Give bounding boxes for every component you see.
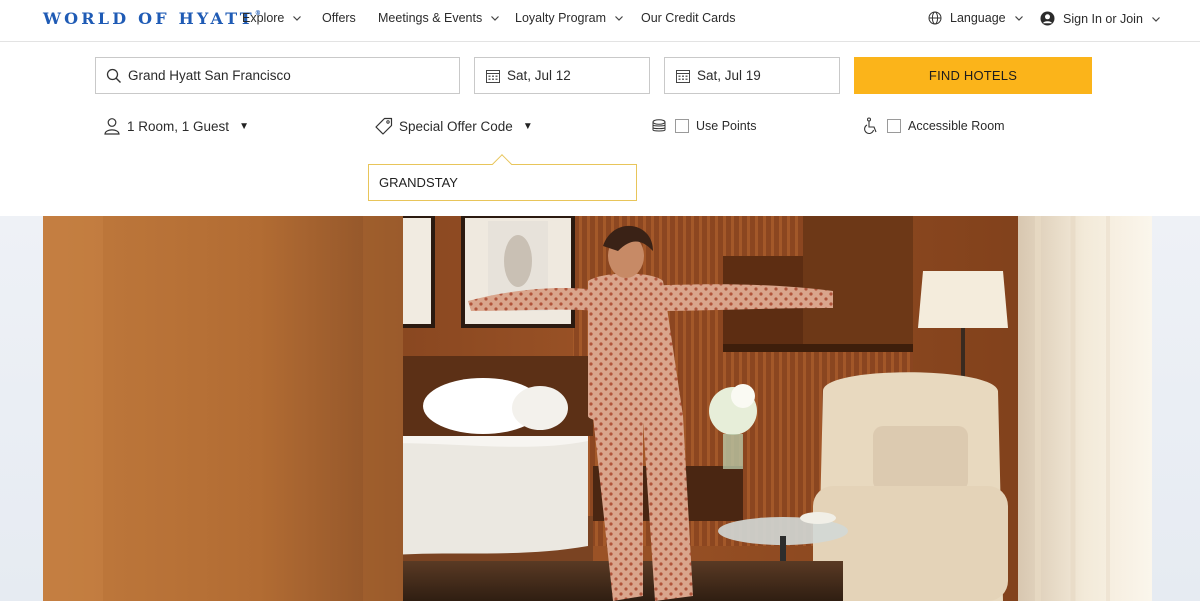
hotel-room-photo-icon (43, 216, 1152, 601)
destination-field[interactable]: Grand Hyatt San Francisco (95, 57, 460, 94)
person-icon (103, 117, 121, 135)
check-in-value: Sat, Jul 12 (507, 68, 571, 83)
special-offer-code-label: Special Offer Code (399, 118, 513, 134)
globe-icon (928, 11, 942, 25)
calendar-icon (485, 68, 501, 84)
language-label: Language (950, 11, 1006, 25)
rooms-guests-selector[interactable]: 1 Room, 1 Guest ▼ (103, 117, 249, 135)
nav-explore-label: Explore (242, 11, 285, 25)
chevron-down-icon (1014, 13, 1024, 23)
rooms-guests-label: 1 Room, 1 Guest (127, 118, 230, 134)
caret-down-icon: ▼ (522, 120, 533, 132)
calendar-icon (675, 68, 691, 84)
sign-in-label: Sign In or Join (1063, 11, 1143, 26)
hero-photo (43, 216, 1152, 601)
destination-value: Grand Hyatt San Francisco (128, 68, 291, 83)
offer-code-input[interactable] (369, 165, 636, 200)
top-navigation: WORLD OF HYATT® Explore Offers Meetings … (0, 0, 1200, 42)
tag-icon (375, 117, 393, 135)
sign-in-or-join[interactable]: Sign In or Join (1040, 11, 1161, 26)
chevron-down-icon (1151, 14, 1161, 24)
caret-down-icon: ▼ (239, 120, 249, 132)
logo-text: WORLD OF HYATT (43, 9, 255, 28)
use-points-label: Use Points (696, 119, 757, 133)
nav-offers[interactable]: Offers (322, 11, 356, 25)
accessible-room-label: Accessible Room (908, 119, 1005, 133)
nav-meetings-events[interactable]: Meetings & Events (378, 11, 500, 25)
coins-icon (651, 117, 669, 135)
check-in-date-field[interactable]: Sat, Jul 12 (474, 57, 650, 94)
nav-explore[interactable]: Explore (242, 11, 302, 25)
nav-loyalty-program-label: Loyalty Program (515, 11, 607, 25)
nav-meetings-events-label: Meetings & Events (378, 11, 483, 25)
check-out-date-field[interactable]: Sat, Jul 19 (664, 57, 840, 94)
nav-credit-cards[interactable]: Our Credit Cards (641, 11, 735, 25)
chevron-down-icon (292, 13, 302, 23)
use-points-option[interactable]: Use Points (651, 117, 756, 135)
accessible-room-checkbox[interactable] (887, 119, 901, 133)
use-points-checkbox[interactable] (675, 119, 689, 133)
nav-offers-label: Offers (322, 11, 356, 25)
accessible-room-option[interactable]: Accessible Room (863, 117, 1005, 135)
check-out-value: Sat, Jul 19 (697, 68, 761, 83)
account-icon (1040, 11, 1055, 26)
chevron-down-icon (614, 13, 624, 23)
offer-code-popover (368, 154, 637, 201)
find-hotels-button[interactable]: FIND HOTELS (854, 57, 1092, 94)
nav-loyalty-program[interactable]: Loyalty Program (515, 11, 624, 25)
language-selector[interactable]: Language (928, 11, 1024, 25)
world-of-hyatt-logo[interactable]: WORLD OF HYATT® (43, 9, 261, 28)
wheelchair-icon (863, 117, 881, 135)
search-icon (106, 68, 122, 84)
special-offer-code-toggle[interactable]: Special Offer Code ▼ (375, 117, 533, 135)
nav-credit-cards-label: Our Credit Cards (641, 11, 736, 25)
chevron-down-icon (490, 13, 500, 23)
